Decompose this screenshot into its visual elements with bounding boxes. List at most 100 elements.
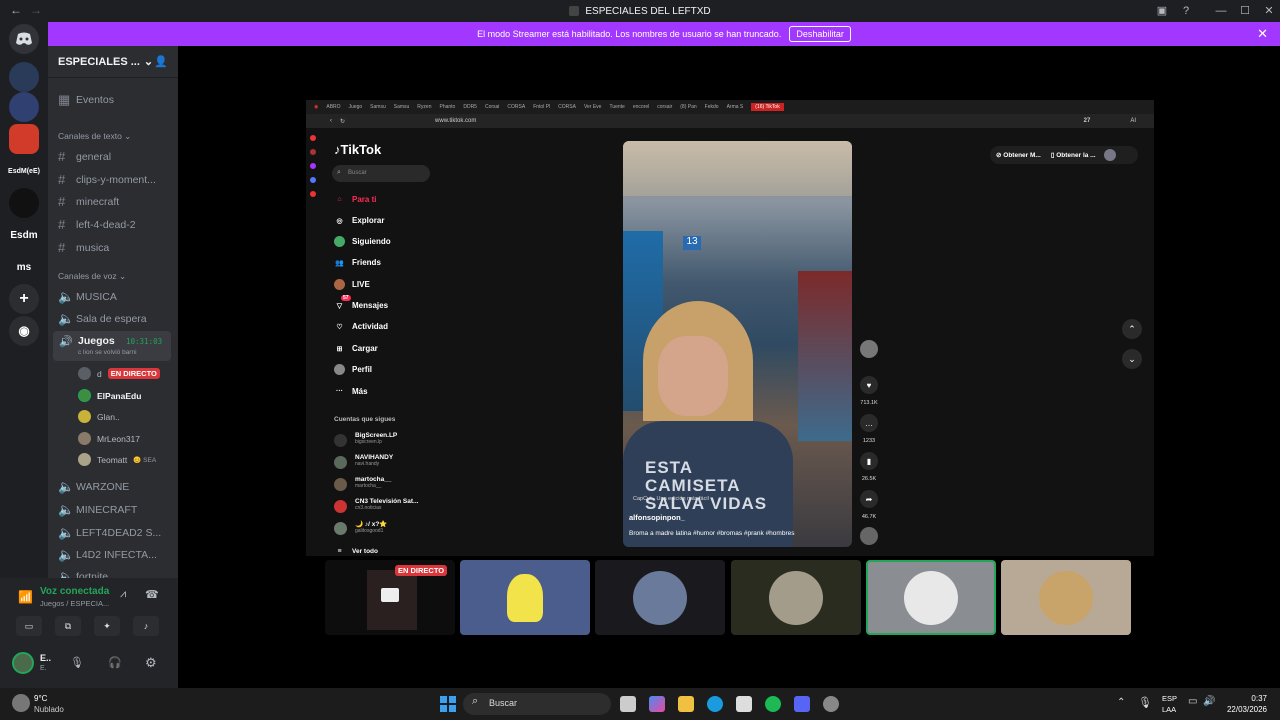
camera-off-icon[interactable]: ▭ <box>16 616 42 636</box>
screen-share-icon[interactable]: ⧉ <box>55 616 81 636</box>
browser-side-icon[interactable] <box>310 135 316 141</box>
get-pc-button[interactable]: ▯ Obtener la ... <box>1051 151 1096 159</box>
nav-perfil[interactable]: Perfil <box>334 364 372 375</box>
browser-tab[interactable]: encorel <box>633 104 649 110</box>
browser-tab-active[interactable]: (16) TikTok <box>751 103 784 111</box>
voice-user[interactable]: d EN DIRECTO <box>78 367 160 380</box>
ai-button[interactable]: AI <box>1130 118 1136 124</box>
close-banner-icon[interactable]: ✕ <box>1257 26 1268 42</box>
account-item[interactable]: 🌙 ♪/ x?⭐ galitosgood1 <box>334 520 387 535</box>
browser-tab[interactable]: Samsu <box>394 104 410 110</box>
nav-live[interactable]: LIVE <box>334 279 370 290</box>
tiktok-video[interactable]: 13 ESTA CAMISETA SALVA VIDAS CapCut · Un… <box>623 141 852 547</box>
creator-avatar[interactable] <box>860 340 878 358</box>
taskbar-search-input[interactable]: Buscar <box>463 693 611 715</box>
discord-taskbar-icon[interactable] <box>794 696 810 712</box>
get-app-button[interactable]: ⊘ Obtener M... <box>996 151 1041 159</box>
tray-chevron-icon[interactable]: ⌃ <box>1117 697 1125 708</box>
tiktok-search-input[interactable]: Buscar <box>332 165 430 182</box>
minimize-icon[interactable]: — <box>1213 3 1229 19</box>
channel-general[interactable]: # general <box>58 149 111 164</box>
language-label[interactable]: ESP <box>1162 694 1177 703</box>
spotify-icon[interactable] <box>765 696 781 712</box>
channel-left4dead2[interactable]: # left-4-dead-2 <box>58 217 136 232</box>
browser-tab[interactable]: Ryzen <box>417 104 431 110</box>
server-icon-3[interactable] <box>9 124 39 154</box>
close-window-icon[interactable]: ✕ <box>1261 3 1277 19</box>
headphones-icon[interactable]: 🎧 <box>108 656 122 669</box>
back-arrow-icon[interactable]: ← <box>10 3 22 17</box>
user-avatar[interactable] <box>12 652 34 674</box>
browser-side-icon[interactable] <box>310 163 316 169</box>
browser-tab[interactable]: Juego <box>349 104 363 110</box>
add-server-icon[interactable]: + <box>9 284 39 314</box>
tiktok-logo[interactable]: ♪TikTok <box>334 142 381 157</box>
browser-tab[interactable]: (8) Pan <box>680 104 696 110</box>
like-icon[interactable]: ♥ <box>860 376 878 394</box>
shared-screen[interactable]: ◉ ABRO Juego Samsu Samsu Ryzen Phanto DD… <box>306 100 1154 556</box>
text-category[interactable]: Canales de texto ⌄ <box>58 131 131 142</box>
url-text[interactable]: www.tiktok.com <box>435 118 476 124</box>
server-icon-esdm-ee[interactable]: EsdM(eE) <box>8 156 40 186</box>
bookmark-icon[interactable]: ▮ <box>860 452 878 470</box>
server-icon-esdm[interactable]: Esdm <box>9 220 39 250</box>
nav-friends[interactable]: 👥 Friends <box>334 257 381 268</box>
account-item[interactable]: martocha__ martocha__ <box>334 476 392 491</box>
account-item[interactable]: BigScreen.LP bigscreen.lp <box>334 432 397 447</box>
browser-tab[interactable]: Arma S <box>727 104 744 110</box>
signal-icon[interactable]: 📶 <box>18 590 33 604</box>
voice-user[interactable]: MrLeon317 <box>78 432 140 445</box>
channel-musica[interactable]: # musica <box>58 240 109 255</box>
settings-gear-icon[interactable]: ⚙ <box>145 655 157 671</box>
noise-suppression-icon[interactable]: ⩘ <box>120 588 126 601</box>
maximize-icon[interactable]: ☐ <box>1237 3 1253 19</box>
nav-mas[interactable]: ··· Más <box>334 386 368 397</box>
help-icon[interactable]: ? <box>1178 3 1194 19</box>
task-view-icon[interactable] <box>620 696 636 712</box>
browser-url-bar[interactable]: ‹ ↻ www.tiktok.com 27 AI <box>306 114 1154 128</box>
nav-actividad[interactable]: ♡ Actividad <box>334 321 388 332</box>
browser-tab[interactable]: Samsu <box>370 104 386 110</box>
inbox-icon[interactable]: ▣ <box>1154 3 1170 19</box>
network-icon[interactable]: ▭ <box>1188 696 1197 707</box>
stream-tile[interactable]: EN DIRECTO <box>325 560 455 635</box>
weather-icon[interactable] <box>12 694 30 712</box>
participant-tile[interactable] <box>595 560 725 635</box>
disable-streamer-button[interactable]: Deshabilitar <box>789 26 851 42</box>
microphone-icon[interactable]: 🎙 <box>70 656 84 669</box>
browser-tab[interactable]: Fekdo <box>705 104 719 110</box>
server-icon-2[interactable] <box>9 92 39 122</box>
server-icon-4[interactable] <box>9 188 39 218</box>
voice-channel-label[interactable]: Juegos / ESPECIA... <box>40 599 109 608</box>
soundboard-icon[interactable]: ♪ <box>133 616 159 636</box>
browser-tab[interactable]: ABRO <box>326 104 340 110</box>
reload-icon[interactable]: ↻ <box>340 118 345 125</box>
nav-para-ti[interactable]: ⌂ Para ti <box>334 194 376 205</box>
profile-avatar[interactable] <box>1103 149 1116 161</box>
browser-menu-icon[interactable]: ◉ <box>314 104 318 110</box>
browser-side-icon[interactable] <box>310 149 316 155</box>
participant-tile[interactable] <box>1001 560 1131 635</box>
browser-tab[interactable]: Tuente <box>609 104 624 110</box>
discover-icon[interactable]: ◉ <box>9 316 39 346</box>
edge-icon[interactable] <box>707 696 723 712</box>
browser-tab[interactable]: Corsai <box>485 104 499 110</box>
copilot-icon[interactable] <box>649 696 665 712</box>
clock-time[interactable]: 0:37 <box>1251 694 1267 703</box>
tray-mic-icon[interactable]: 🎙 <box>1138 696 1152 709</box>
browser-tab[interactable]: Phanto <box>439 104 455 110</box>
active-voice-channel[interactable]: 🔊 Juegos 10:31:03 c lion se volvió barni <box>53 331 171 361</box>
browser-tab[interactable]: Ver Eve <box>584 104 602 110</box>
events-item[interactable]: ▦ Eventos <box>58 92 114 108</box>
channel-minecraft[interactable]: # minecraft <box>58 194 119 209</box>
see-all-link[interactable]: ≡ Ver todo <box>334 546 378 557</box>
share-icon[interactable]: ➦ <box>860 490 878 508</box>
voice-channel-musica[interactable]: 🔈 MUSICA <box>58 289 117 305</box>
channel-clips[interactable]: # clips-y-moment... <box>58 172 156 187</box>
forward-arrow-icon[interactable]: → <box>30 3 42 17</box>
participant-tile[interactable] <box>460 560 590 635</box>
nav-siguiendo[interactable]: Siguiendo <box>334 236 391 247</box>
store-icon[interactable] <box>736 696 752 712</box>
browser-tab[interactable]: CORSA <box>558 104 576 110</box>
voice-channel-minecraft[interactable]: 🔈 MINECRAFT <box>58 502 137 518</box>
